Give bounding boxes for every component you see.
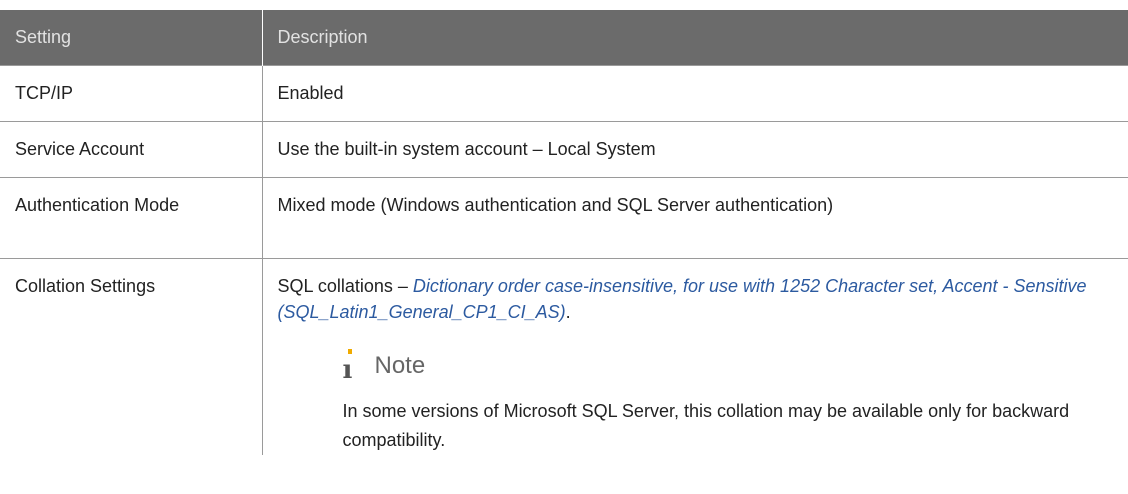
note-block: ı Note In some versions of Microsoft SQL… (278, 341, 1113, 455)
collation-suffix: . (565, 302, 571, 322)
description-cell: Enabled (261, 65, 1128, 122)
collation-description: SQL collations – Dictionary order case-i… (278, 273, 1113, 325)
header-row: Setting Description (0, 10, 1128, 66)
header-description: Description (261, 10, 1128, 66)
info-i-icon: ı (343, 349, 357, 383)
collation-prefix: SQL collations – (277, 276, 413, 296)
settings-table: Setting Description TCP/IP Enabled Servi… (0, 10, 1128, 455)
table-row: Service Account Use the built-in system … (0, 121, 1128, 178)
note-text: In some versions of Microsoft SQL Server… (342, 401, 1070, 450)
note-title: Note (374, 352, 426, 379)
header-setting: Setting (0, 10, 262, 66)
table-row: Authentication Mode Mixed mode (Windows … (0, 177, 1128, 259)
setting-cell: Service Account (0, 121, 262, 178)
description-cell: Mixed mode (Windows authentication and S… (261, 177, 1128, 259)
description-cell: SQL collations – Dictionary order case-i… (261, 258, 1128, 455)
note-heading: ı Note (278, 341, 1113, 383)
setting-cell: TCP/IP (0, 65, 262, 122)
setting-cell: Authentication Mode (0, 177, 262, 259)
setting-cell: Collation Settings (0, 258, 262, 455)
table-row: Collation Settings SQL collations – Dict… (0, 258, 1128, 455)
table-row: TCP/IP Enabled (0, 65, 1128, 122)
description-cell: Use the built-in system account – Local … (261, 121, 1128, 178)
